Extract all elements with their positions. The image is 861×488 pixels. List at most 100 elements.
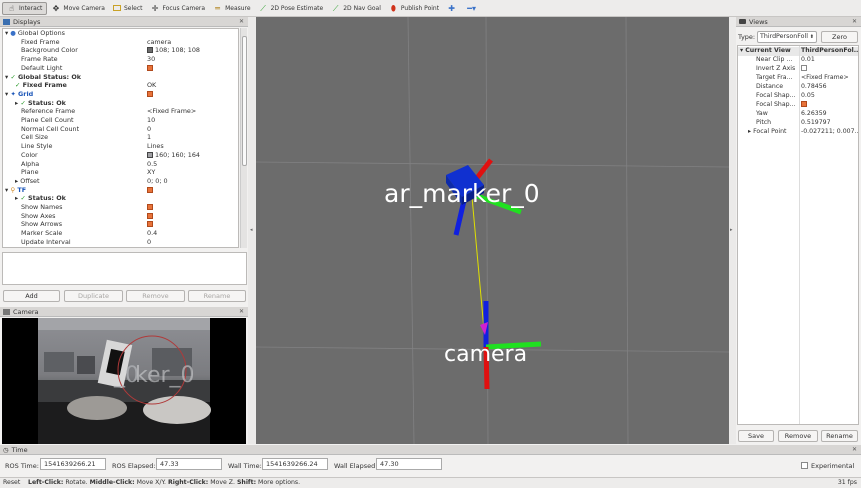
- collapse-left-icon[interactable]: ◂: [250, 227, 253, 233]
- wall-elapsed-field[interactable]: 47.30: [376, 458, 442, 470]
- ros-time-field[interactable]: 1541639266.21: [40, 458, 106, 470]
- expand-icon[interactable]: ▾: [5, 29, 8, 37]
- expand-icon[interactable]: ▾: [5, 73, 8, 81]
- close-icon[interactable]: ✕: [238, 18, 245, 25]
- tool-remove-plugin[interactable]: ━▾: [463, 2, 483, 15]
- duplicate-button[interactable]: Duplicate: [64, 290, 123, 302]
- tree-row-fixed-frame-status[interactable]: ✓ Fixed Frame OK: [3, 81, 238, 90]
- view-type-select[interactable]: ThirdPersonFoll ⬍: [757, 31, 817, 43]
- rename-button[interactable]: Rename: [188, 290, 246, 302]
- tree-row-show-arrows[interactable]: Show Arrows: [3, 220, 238, 229]
- close-icon[interactable]: ✕: [238, 308, 245, 315]
- expand-icon[interactable]: ▸: [748, 128, 751, 135]
- checkbox-checked[interactable]: [147, 221, 153, 228]
- displays-scrollbar[interactable]: [240, 28, 247, 248]
- tree-row-default-light[interactable]: Default Light: [3, 64, 238, 73]
- camera-feed-image: _0 ker_0: [2, 318, 246, 444]
- checkbox-checked[interactable]: [147, 186, 153, 193]
- wall-time-label: Wall Time:: [228, 462, 262, 470]
- expand-icon[interactable]: ▾: [5, 186, 8, 194]
- collapse-right-icon[interactable]: ▸: [730, 227, 733, 233]
- svg-text:ker_0: ker_0: [135, 363, 195, 388]
- tree-row-plane[interactable]: Plane XY: [3, 168, 238, 177]
- tree-row-grid-status[interactable]: ▸ ✓ Status: Ok: [3, 98, 238, 108]
- scrollbar-thumb[interactable]: [242, 36, 247, 166]
- checkbox-unchecked[interactable]: [801, 65, 807, 71]
- tree-row-line-style[interactable]: Line Style Lines: [3, 142, 238, 151]
- scene-3d[interactable]: [256, 17, 729, 444]
- color-swatch: [147, 47, 153, 54]
- checkbox-checked[interactable]: [147, 90, 153, 97]
- close-icon[interactable]: ✕: [851, 446, 858, 453]
- tree-row-marker-scale[interactable]: Marker Scale 0.4: [3, 229, 238, 238]
- tool-publish-point[interactable]: ⬮ Publish Point: [385, 2, 443, 15]
- tool-select[interactable]: Select: [109, 2, 147, 15]
- ros-elapsed-field[interactable]: 47.33: [156, 458, 222, 470]
- tree-row-background-color[interactable]: Background Color 108; 108; 108: [3, 46, 238, 55]
- status-ok-icon: ✓: [20, 98, 26, 107]
- publish-point-icon: ⬮: [390, 3, 396, 13]
- global-options-icon: ●: [10, 29, 16, 37]
- tree-row-global-options[interactable]: ▾ ● Global Options: [3, 29, 238, 38]
- tree-row-reference-frame[interactable]: Reference Frame <Fixed Frame>: [3, 107, 238, 116]
- zero-button[interactable]: Zero: [821, 31, 858, 43]
- time-panel-header: ◷ Time ✕: [0, 445, 861, 455]
- tree-row-normal-cell-count[interactable]: Normal Cell Count 0: [3, 125, 238, 134]
- tree-row-offset[interactable]: ▸ Offset 0; 0; 0: [3, 177, 238, 186]
- reset-button[interactable]: Reset: [3, 478, 20, 488]
- tree-row-global-status[interactable]: ▾ ✓ Global Status: Ok: [3, 73, 238, 82]
- tree-row-alpha[interactable]: Alpha 0.5: [3, 160, 238, 169]
- experimental-label: Experimental: [811, 462, 855, 470]
- time-title: Time: [11, 445, 28, 454]
- add-button[interactable]: Add: [3, 290, 60, 302]
- move-camera-icon: ✥: [52, 3, 60, 13]
- camera-title: Camera: [13, 307, 39, 316]
- tree-row-fixed-frame[interactable]: Fixed Frame camera: [3, 38, 238, 47]
- plus-icon: ✚: [448, 3, 455, 13]
- expand-icon[interactable]: ▸: [15, 194, 18, 202]
- checkbox-checked[interactable]: [147, 212, 153, 219]
- checkbox-checked[interactable]: [147, 64, 153, 71]
- tool-focus-camera[interactable]: ✛ Focus Camera: [146, 2, 209, 15]
- select-icon: [112, 5, 121, 11]
- remove-button[interactable]: Remove: [126, 290, 185, 302]
- expand-icon[interactable]: ▸: [15, 177, 18, 185]
- tree-row-frame-rate[interactable]: Frame Rate 30: [3, 55, 238, 64]
- right-splitter[interactable]: ▸: [729, 17, 736, 444]
- displays-panel-header: Displays ✕: [0, 17, 248, 27]
- save-view-button[interactable]: Save: [738, 430, 774, 442]
- rename-view-button[interactable]: Rename: [821, 430, 858, 442]
- wall-elapsed-label: Wall Elapsed:: [334, 462, 378, 470]
- measure-icon: ═: [215, 3, 220, 13]
- tree-row-cell-size[interactable]: Cell Size 1: [3, 133, 238, 142]
- clock-icon: ◷: [3, 445, 9, 454]
- tool-interact[interactable]: ☝ Interact: [2, 1, 48, 15]
- tree-row-show-axes[interactable]: Show Axes: [3, 212, 238, 221]
- tree-row-show-names[interactable]: Show Names: [3, 203, 238, 212]
- tree-row-grid[interactable]: ▾ ✦ Grid: [3, 90, 238, 99]
- tool-measure[interactable]: ═ Measure: [209, 2, 255, 15]
- close-icon[interactable]: ✕: [851, 18, 858, 25]
- left-splitter[interactable]: ◂: [248, 17, 256, 444]
- experimental-checkbox[interactable]: [801, 462, 808, 469]
- tool-2d-nav-goal[interactable]: ⟋ 2D Nav Goal: [327, 2, 385, 15]
- views-title: Views: [749, 17, 768, 26]
- tree-row-plane-cell-count[interactable]: Plane Cell Count 10: [3, 116, 238, 125]
- tree-row-update-interval[interactable]: Update Interval 0: [3, 238, 238, 247]
- tool-add-plugin[interactable]: ✚: [443, 2, 463, 15]
- remove-view-button[interactable]: Remove: [778, 430, 818, 442]
- tree-row-tf[interactable]: ▾ ⚲ TF: [3, 185, 238, 195]
- tf-icon: ⚲: [10, 185, 16, 194]
- displays-tree: ▾ ● Global Options Fixed Frame camera Bac…: [2, 28, 239, 248]
- tool-2d-pose-estimate[interactable]: ⟋ 2D Pose Estimate: [255, 2, 328, 15]
- checkbox-checked[interactable]: [801, 101, 807, 107]
- tool-move-camera[interactable]: ✥ Move Camera: [47, 2, 109, 15]
- expand-icon[interactable]: ▸: [15, 99, 18, 107]
- checkbox-checked[interactable]: [147, 204, 153, 210]
- expand-icon[interactable]: ▾: [5, 90, 8, 98]
- tree-row-tf-status[interactable]: ▸ ✓ Status: Ok: [3, 194, 238, 203]
- render-viewport[interactable]: ar_marker_0 camera: [256, 17, 729, 444]
- wall-time-field[interactable]: 1541639266.24: [262, 458, 328, 470]
- expand-icon[interactable]: ▾: [740, 47, 743, 54]
- tree-row-color[interactable]: Color 160; 160; 164: [3, 151, 238, 160]
